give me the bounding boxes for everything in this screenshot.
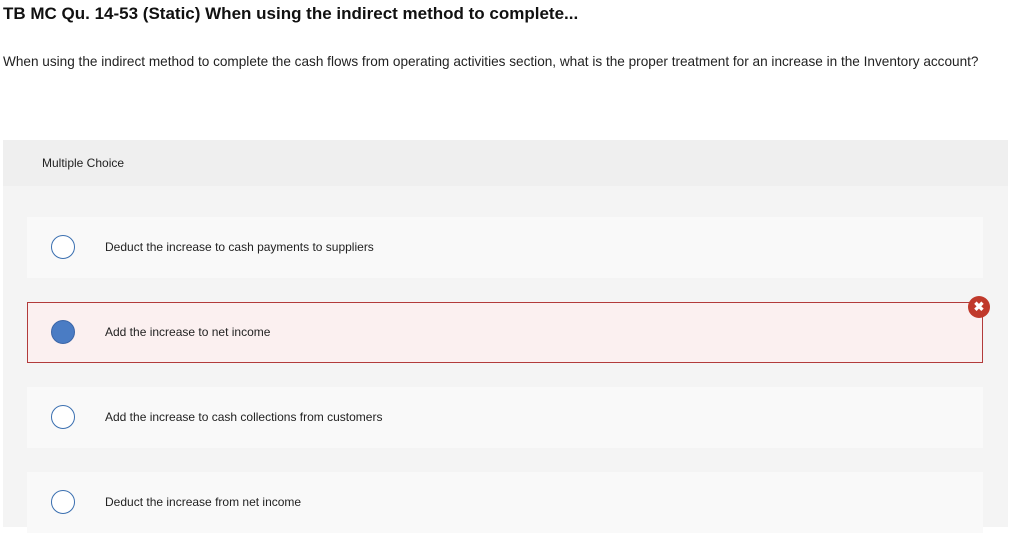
radio-button[interactable] bbox=[51, 405, 75, 429]
choice-label: Add the increase to net income bbox=[105, 325, 271, 339]
choice-option[interactable]: Deduct the increase from net income bbox=[27, 472, 983, 533]
multiple-choice-label: Multiple Choice bbox=[42, 156, 125, 170]
question-title: TB MC Qu. 14-53 (Static) When using the … bbox=[3, 4, 579, 23]
question-text: When using the indirect method to comple… bbox=[3, 54, 979, 69]
multiple-choice-panel: Multiple Choice Deduct the increase to c… bbox=[3, 140, 1008, 533]
choice-option-selected-incorrect[interactable]: Add the increase to net income bbox=[27, 302, 983, 363]
choice-option[interactable]: Add the increase to cash collections fro… bbox=[27, 387, 983, 448]
choice-label: Deduct the increase to cash payments to … bbox=[105, 240, 374, 254]
choice-label: Deduct the increase from net income bbox=[105, 495, 302, 509]
radio-button[interactable] bbox=[51, 235, 75, 259]
radio-button-selected[interactable] bbox=[51, 320, 75, 344]
x-circle-icon: ✖ bbox=[968, 296, 990, 318]
multiple-choice-header: Multiple Choice bbox=[3, 140, 1008, 186]
choice-label: Add the increase to cash collections fro… bbox=[105, 410, 383, 424]
radio-button[interactable] bbox=[51, 490, 75, 514]
choice-option[interactable]: Deduct the increase to cash payments to … bbox=[27, 217, 983, 278]
